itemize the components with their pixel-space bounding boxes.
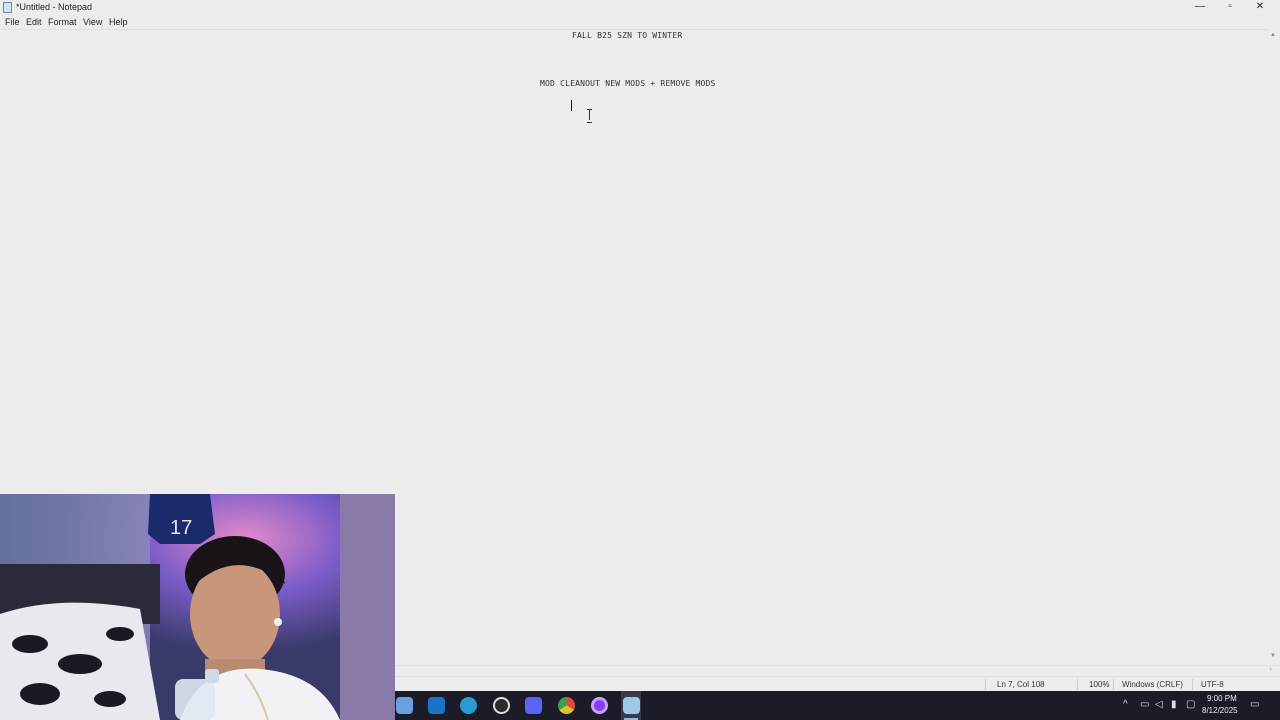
menu-view[interactable]: View [83, 17, 102, 27]
obs-icon[interactable] [493, 697, 510, 714]
circle-app-icon[interactable] [591, 697, 608, 714]
status-divider [985, 679, 986, 690]
status-position: Ln 7, Col 108 [997, 680, 1045, 689]
webcam-image: 17 [0, 494, 395, 720]
menu-edit[interactable]: Edit [26, 17, 42, 27]
status-bar: Ln 7, Col 108 100% Windows (CRLF) UTF-8 [395, 676, 1280, 691]
ibeam-cursor-icon [587, 109, 592, 123]
status-zoom: 100% [1089, 680, 1110, 689]
microphone-icon[interactable]: ▮ [1171, 699, 1177, 710]
window-title: *Untitled - Notepad [16, 2, 93, 12]
status-encoding: UTF-8 [1201, 680, 1224, 689]
outlook-icon[interactable] [428, 697, 445, 714]
minimize-button[interactable]: — [1185, 0, 1215, 15]
notification-icon[interactable]: ▭ [1250, 699, 1259, 710]
document-line-1: FALL B25 SZN TO WINTER [572, 31, 683, 40]
scroll-down-icon[interactable]: ▼ [1270, 653, 1276, 659]
discord-icon[interactable] [525, 697, 542, 714]
maximize-button[interactable]: ▫ [1215, 0, 1245, 15]
status-line-ending: Windows (CRLF) [1122, 680, 1183, 689]
scroll-up-icon[interactable]: ▲ [1270, 32, 1276, 38]
status-divider [1192, 679, 1193, 690]
display-icon[interactable]: ▢ [1186, 699, 1195, 710]
store-icon[interactable] [396, 697, 413, 714]
horizontal-scrollbar[interactable]: › [395, 665, 1280, 675]
taskbar: ^ ▭ ◁ ▮ ▢ 9:00 PM 8/12/2025 ▭ [395, 691, 1280, 720]
document-line-2: MOD CLEANOUT NEW MODS + REMOVE MODS [540, 79, 716, 88]
notepad-app-icon [3, 2, 12, 13]
status-divider [1077, 679, 1078, 690]
status-divider [1113, 679, 1114, 690]
webcam-feed: 17 [0, 494, 395, 720]
scroll-right-icon[interactable]: › [1270, 666, 1272, 673]
notepad-icon[interactable] [623, 697, 640, 714]
text-caret [571, 100, 572, 111]
vertical-scrollbar[interactable]: ▲ ▼ [1268, 29, 1280, 665]
tray-chevron-icon[interactable]: ^ [1123, 699, 1128, 710]
chrome-icon[interactable] [558, 697, 575, 714]
title-bar[interactable]: *Untitled - Notepad — ▫ ✕ [0, 0, 1280, 15]
volume-icon[interactable]: ◁ [1155, 699, 1163, 710]
screen: *Untitled - Notepad — ▫ ✕ File Edit Form… [0, 0, 1280, 720]
clock-date[interactable]: 8/12/2025 [1202, 706, 1238, 715]
close-button[interactable]: ✕ [1245, 0, 1275, 15]
menu-bar: File Edit Format View Help [0, 15, 1280, 29]
svg-text:17: 17 [170, 517, 192, 539]
menu-file[interactable]: File [5, 17, 20, 27]
menu-format[interactable]: Format [48, 17, 77, 27]
network-icon[interactable]: ▭ [1140, 699, 1149, 710]
clock-time[interactable]: 9:00 PM [1207, 694, 1237, 703]
menu-help[interactable]: Help [109, 17, 128, 27]
edge-icon[interactable] [460, 697, 477, 714]
